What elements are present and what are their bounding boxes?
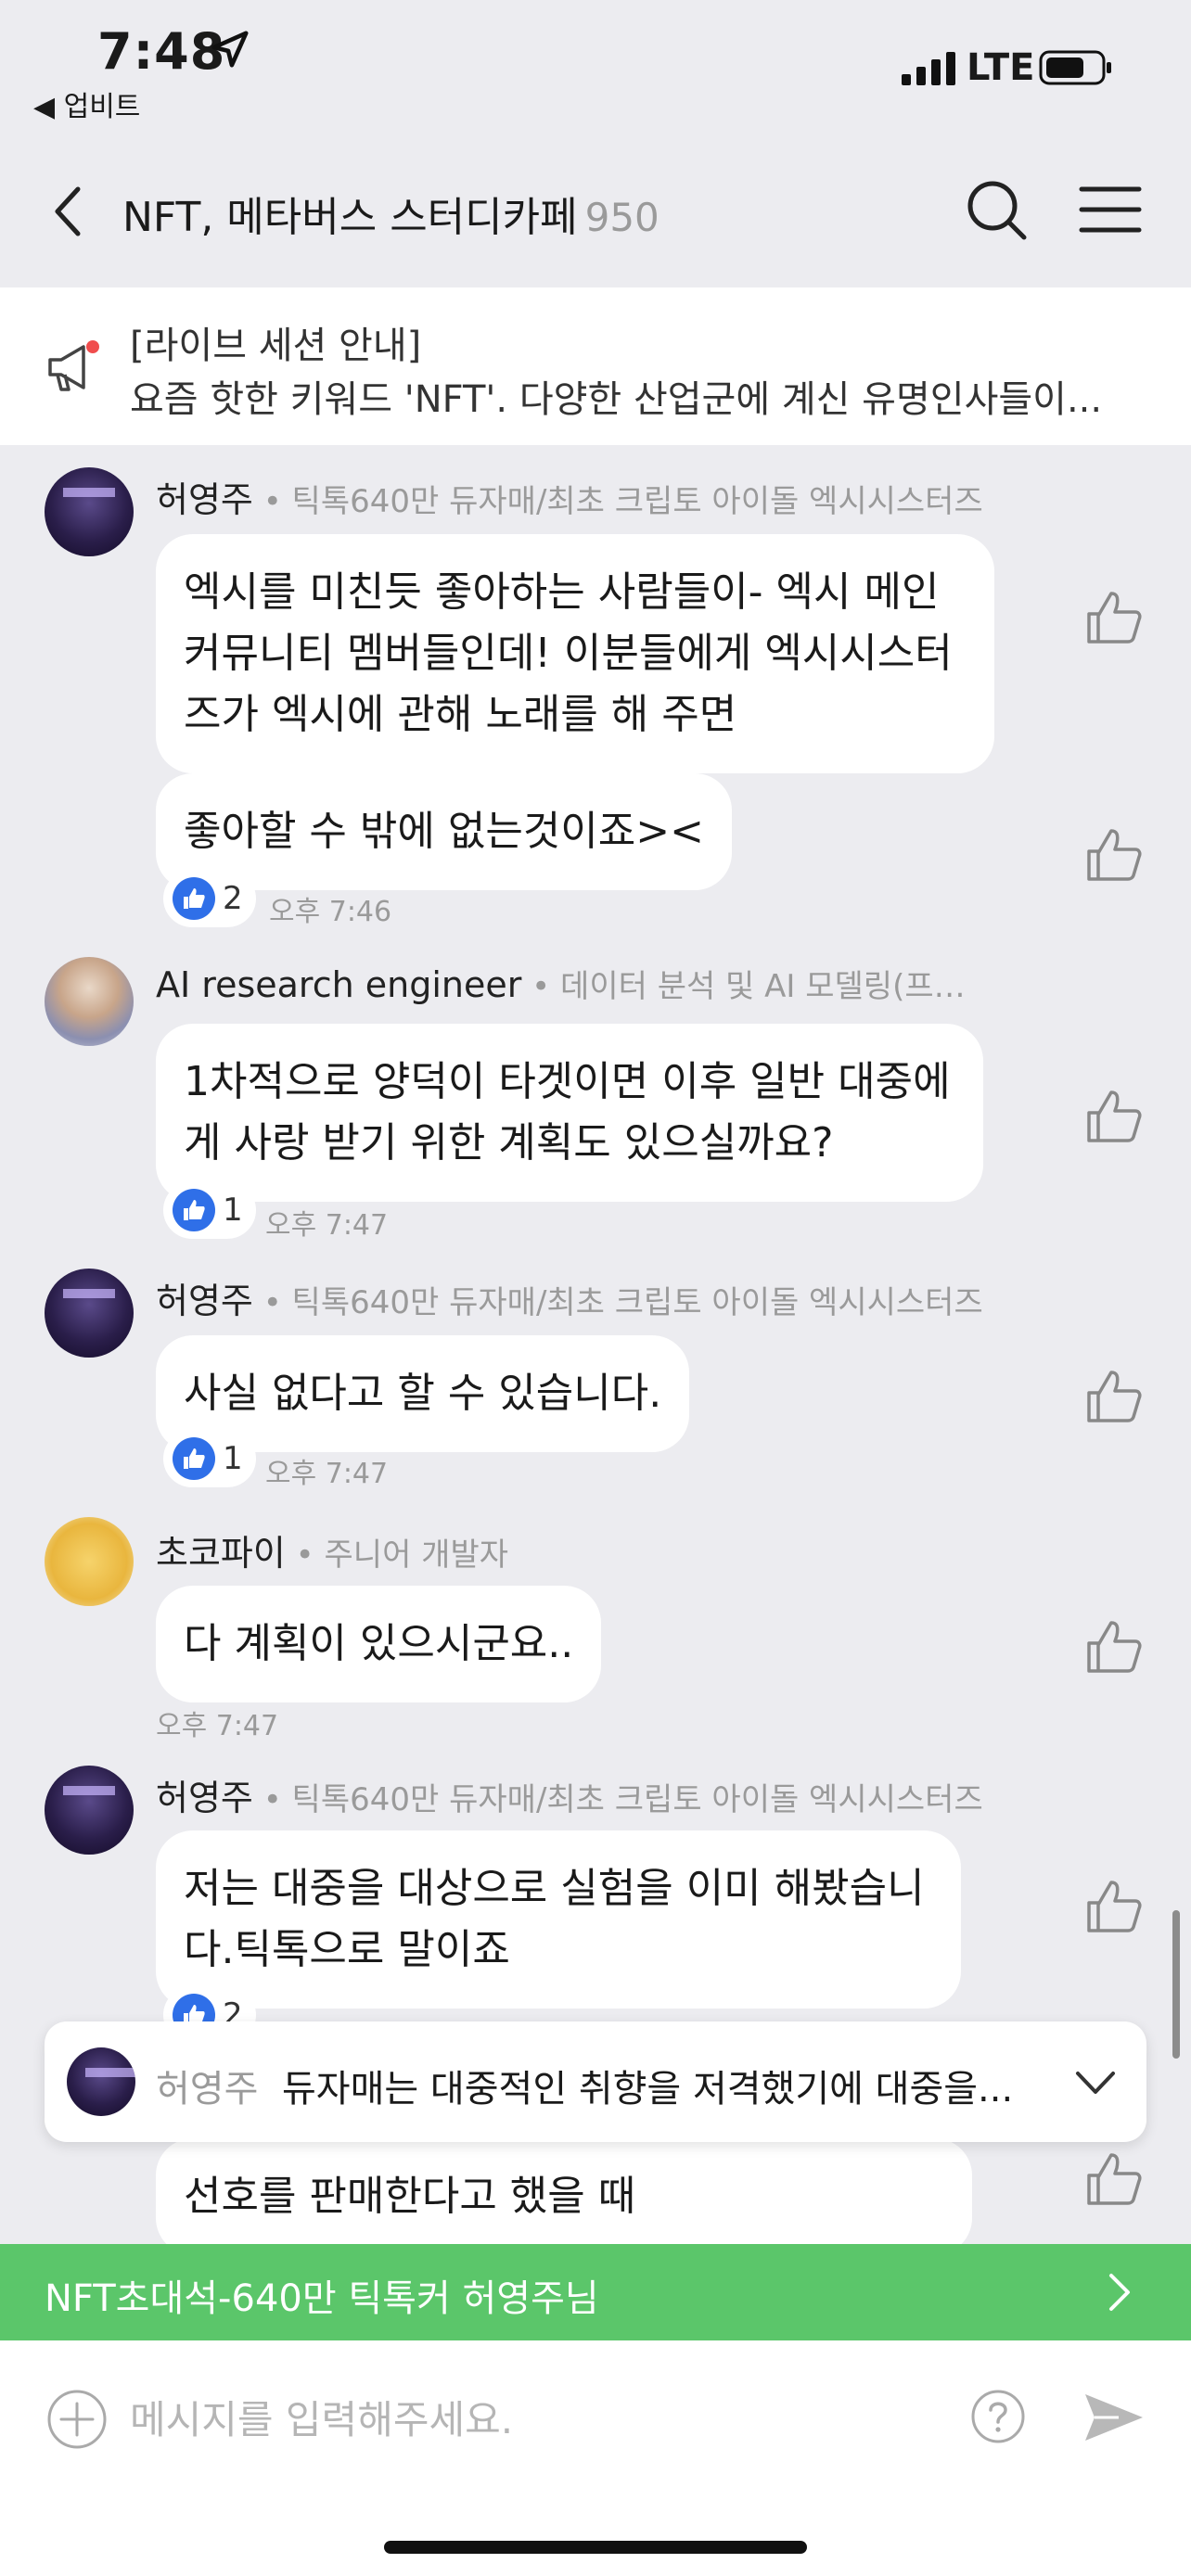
- member-count: 950: [584, 195, 660, 240]
- chevron-down-icon[interactable]: [1074, 2064, 1117, 2101]
- menu-icon[interactable]: [1078, 184, 1143, 236]
- avatar[interactable]: [45, 467, 134, 556]
- thumbs-up-icon[interactable]: [1083, 2148, 1145, 2209]
- sender-role: • 데이터 분석 및 AI 모델링(프…: [521, 968, 966, 1005]
- avatar[interactable]: [45, 1269, 134, 1358]
- message-sender: 허영주 • 틱톡640만 듀자매/최초 크립토 아이돌 엑시시스터즈: [156, 1769, 983, 1820]
- cellular-signal-icon: [902, 52, 955, 85]
- avatar: [67, 2047, 135, 2116]
- sender-role: • 틱톡640만 듀자매/최초 크립토 아이돌 엑시시스터즈: [252, 1284, 983, 1321]
- scrollbar[interactable]: [1172, 1910, 1180, 2059]
- reaction-count: 2: [223, 880, 243, 917]
- message-sender: 허영주 • 틱톡640만 듀자매/최초 크립토 아이돌 엑시시스터즈: [156, 1272, 983, 1323]
- search-icon[interactable]: [965, 178, 1030, 243]
- avatar[interactable]: [45, 1517, 134, 1606]
- avatar[interactable]: [45, 1766, 134, 1855]
- network-type: LTE: [967, 46, 1035, 89]
- thumbs-up-icon[interactable]: [1083, 1085, 1145, 1146]
- live-session-title: NFT초대석-640만 틱톡커 허영주님: [45, 2277, 599, 2320]
- reaction-badge[interactable]: 2: [163, 870, 256, 927]
- sender-name: 허영주: [156, 1778, 253, 1818]
- thumbs-up-icon[interactable]: [1083, 1875, 1145, 1936]
- preview-text: 듀자매는 대중적인 취향을 저격했기에 대중을...: [282, 2068, 1014, 2111]
- thumbs-up-filled-icon: [173, 877, 215, 920]
- message-bubble[interactable]: 엑시를 미친듯 좋아하는 사람들이- 엑시 메인 커뮤니티 멤버들인데! 이분들…: [156, 534, 994, 773]
- status-bar: 7:48 ◀ 업비트 LTE: [0, 0, 1191, 130]
- message-bubble[interactable]: 선호를 판매한다고 했을 때: [156, 2138, 972, 2244]
- megaphone-icon: [48, 340, 99, 391]
- live-session-banner[interactable]: NFT초대석-640만 틱톡커 허영주님: [0, 2244, 1191, 2340]
- status-time: 7:48: [97, 22, 226, 81]
- thumbs-up-filled-icon: [173, 1189, 215, 1231]
- thumbs-up-icon[interactable]: [1083, 1615, 1145, 1677]
- message-bubble[interactable]: 1차적으로 양덕이 타겟이면 이후 일반 대중에 게 사랑 받기 위한 계획도 …: [156, 1024, 983, 1202]
- sender-role: • 주니어 개발자: [285, 1537, 509, 1574]
- notice-banner[interactable]: [라이브 세션 안내] 요즘 핫한 키워드 'NFT'. 다양한 산업군에 계신…: [0, 287, 1191, 445]
- sender-role: • 틱톡640만 듀자매/최초 크립토 아이돌 엑시시스터즈: [252, 1781, 983, 1818]
- plus-icon[interactable]: [46, 2389, 108, 2450]
- message-bubble[interactable]: 좋아할 수 밖에 없는것이죠><: [156, 773, 732, 890]
- chat-message-list[interactable]: 허영주 • 틱톡640만 듀자매/최초 크립토 아이돌 엑시시스터즈 엑시를 미…: [0, 445, 1191, 2244]
- sender-role: • 틱톡640만 듀자매/최초 크립토 아이돌 엑시시스터즈: [252, 483, 983, 520]
- sender-name: 허영주: [156, 479, 253, 520]
- sender-name: AI research engineer: [156, 964, 522, 1005]
- sender-name: 허영주: [156, 1281, 253, 1321]
- room-title: NFT, 메타버스 스터디카페 950: [122, 184, 660, 243]
- back-to-app-link[interactable]: ◀ 업비트: [33, 83, 140, 124]
- question-icon[interactable]: [970, 2389, 1026, 2444]
- thumbs-up-icon[interactable]: [1083, 823, 1145, 885]
- sender-name: 초코파이: [156, 1533, 286, 1574]
- home-indicator: [384, 2541, 807, 2554]
- message-time: 오후 7:47: [156, 1710, 279, 1742]
- reaction-badge[interactable]: 1: [163, 1430, 256, 1487]
- message-time: 오후 7:47: [265, 1458, 389, 1490]
- message-bubble[interactable]: 다 계획이 있으시군요..: [156, 1586, 602, 1702]
- back-icon[interactable]: [50, 184, 87, 239]
- thumbs-up-filled-icon: [173, 1437, 215, 1480]
- location-arrow-icon: [211, 31, 249, 68]
- send-icon[interactable]: [1082, 2389, 1146, 2446]
- chevron-right-icon: [1109, 2274, 1130, 2311]
- thumbs-up-icon[interactable]: [1083, 1365, 1145, 1426]
- avatar[interactable]: [45, 957, 134, 1046]
- message-sender: 허영주 • 틱톡640만 듀자매/최초 크립토 아이돌 엑시시스터즈: [156, 471, 983, 522]
- message-bubble[interactable]: 저는 대중을 대상으로 실험을 이미 해봤습니 다.틱톡으로 말이죠: [156, 1830, 961, 2009]
- reaction-count: 1: [223, 1192, 243, 1229]
- message-input-bar: [0, 2340, 1191, 2576]
- latest-message-preview[interactable]: 허영주 듀자매는 대중적인 취향을 저격했기에 대중을...: [45, 2021, 1146, 2142]
- reaction-badge[interactable]: 1: [163, 1181, 256, 1239]
- message-time: 오후 7:47: [265, 1209, 389, 1242]
- preview-sender: 허영주: [156, 2068, 259, 2111]
- thumbs-up-icon[interactable]: [1083, 586, 1145, 647]
- reaction-count: 1: [223, 1440, 243, 1477]
- chat-header: NFT, 메타버스 스터디카페 950: [0, 130, 1191, 287]
- message-sender: AI research engineer • 데이터 분석 및 AI 모델링(프…: [156, 961, 966, 1006]
- message-time: 오후 7:46: [269, 896, 392, 928]
- notice-body: 요즘 핫한 키워드 'NFT'. 다양한 산업군에 계신 유명인사들이...: [130, 378, 1103, 421]
- notice-title: [라이브 세션 안내]: [130, 325, 422, 367]
- message-sender: 초코파이 • 주니어 개발자: [156, 1524, 508, 1575]
- battery-icon: [1039, 50, 1111, 85]
- message-input[interactable]: [130, 2387, 928, 2452]
- room-name: NFT, 메타버스 스터디카페: [122, 194, 578, 241]
